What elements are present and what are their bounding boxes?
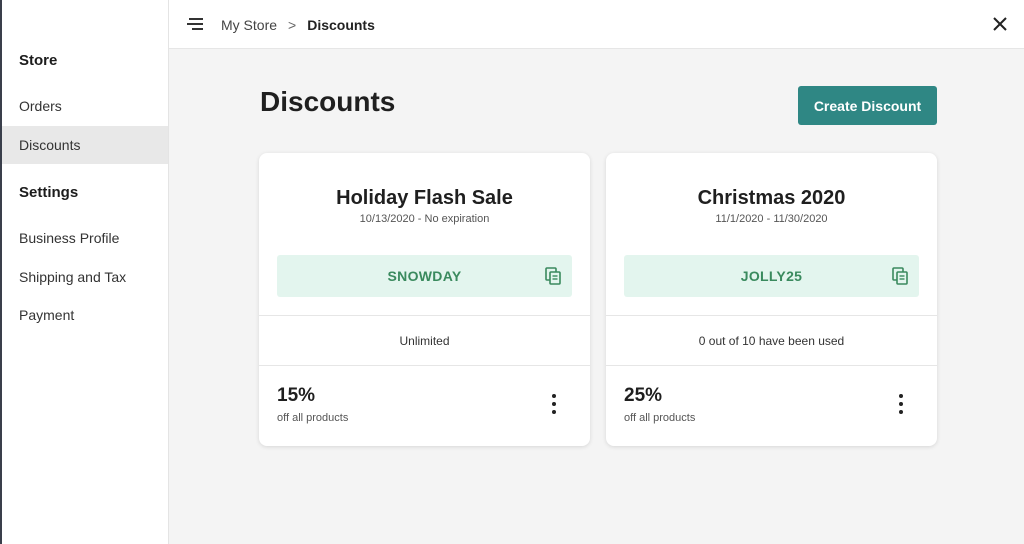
close-icon[interactable]	[990, 14, 1010, 34]
sidebar-item-discounts[interactable]: Discounts	[2, 126, 168, 164]
discount-percent: 15%	[277, 385, 316, 406]
discount-code: SNOWDAY	[387, 268, 462, 284]
sidebar: Store Orders Discounts Settings Business…	[2, 0, 169, 544]
copy-icon[interactable]	[892, 267, 909, 285]
page-title: Discounts	[260, 86, 396, 117]
breadcrumb-my-store[interactable]: My Store	[221, 17, 277, 33]
sidebar-item-orders[interactable]: Orders	[2, 87, 168, 125]
more-options-icon[interactable]	[897, 393, 905, 415]
divider	[259, 365, 590, 366]
sidebar-item-label: Business Profile	[19, 230, 120, 246]
breadcrumb: My Store > Discounts	[221, 0, 375, 49]
discount-scope: off all products	[624, 412, 696, 424]
sidebar-item-label: Orders	[19, 98, 62, 114]
copy-icon[interactable]	[545, 267, 562, 285]
sidebar-section-store: Store	[19, 52, 58, 69]
breadcrumb-separator: >	[288, 16, 297, 33]
discount-title: Holiday Flash Sale	[336, 187, 513, 209]
discount-percent: 25%	[624, 385, 663, 406]
discount-usage: Unlimited	[399, 333, 450, 348]
sidebar-item-business-profile[interactable]: Business Profile	[2, 219, 168, 257]
sidebar-item-payment[interactable]: Payment	[2, 296, 168, 334]
discount-card: Christmas 2020 11/1/2020 - 11/30/2020 JO…	[606, 153, 937, 446]
discount-code-box: JOLLY25	[624, 255, 919, 297]
divider	[606, 365, 937, 366]
sidebar-item-label: Discounts	[19, 137, 81, 153]
sidebar-section-settings: Settings	[19, 184, 79, 201]
discount-dates: 10/13/2020 - No expiration	[359, 213, 490, 225]
create-discount-button[interactable]: Create Discount	[798, 86, 937, 125]
discount-dates: 11/1/2020 - 11/30/2020	[715, 213, 828, 225]
discount-title: Christmas 2020	[697, 187, 846, 209]
sidebar-item-label: Payment	[19, 307, 75, 323]
sidebar-item-label: Shipping and Tax	[19, 269, 127, 285]
more-options-icon[interactable]	[550, 393, 558, 415]
breadcrumb-current: Discounts	[307, 16, 375, 33]
discount-usage: 0 out of 10 have been used	[698, 333, 845, 348]
discount-code-box: SNOWDAY	[277, 255, 572, 297]
discount-code: JOLLY25	[740, 268, 803, 284]
sidebar-item-shipping-and-tax[interactable]: Shipping and Tax	[2, 258, 168, 296]
discount-scope: off all products	[277, 412, 349, 424]
top-bar: My Store > Discounts	[169, 0, 1024, 49]
menu-icon[interactable]	[185, 15, 205, 33]
discount-card: Holiday Flash Sale 10/13/2020 - No expir…	[259, 153, 590, 446]
